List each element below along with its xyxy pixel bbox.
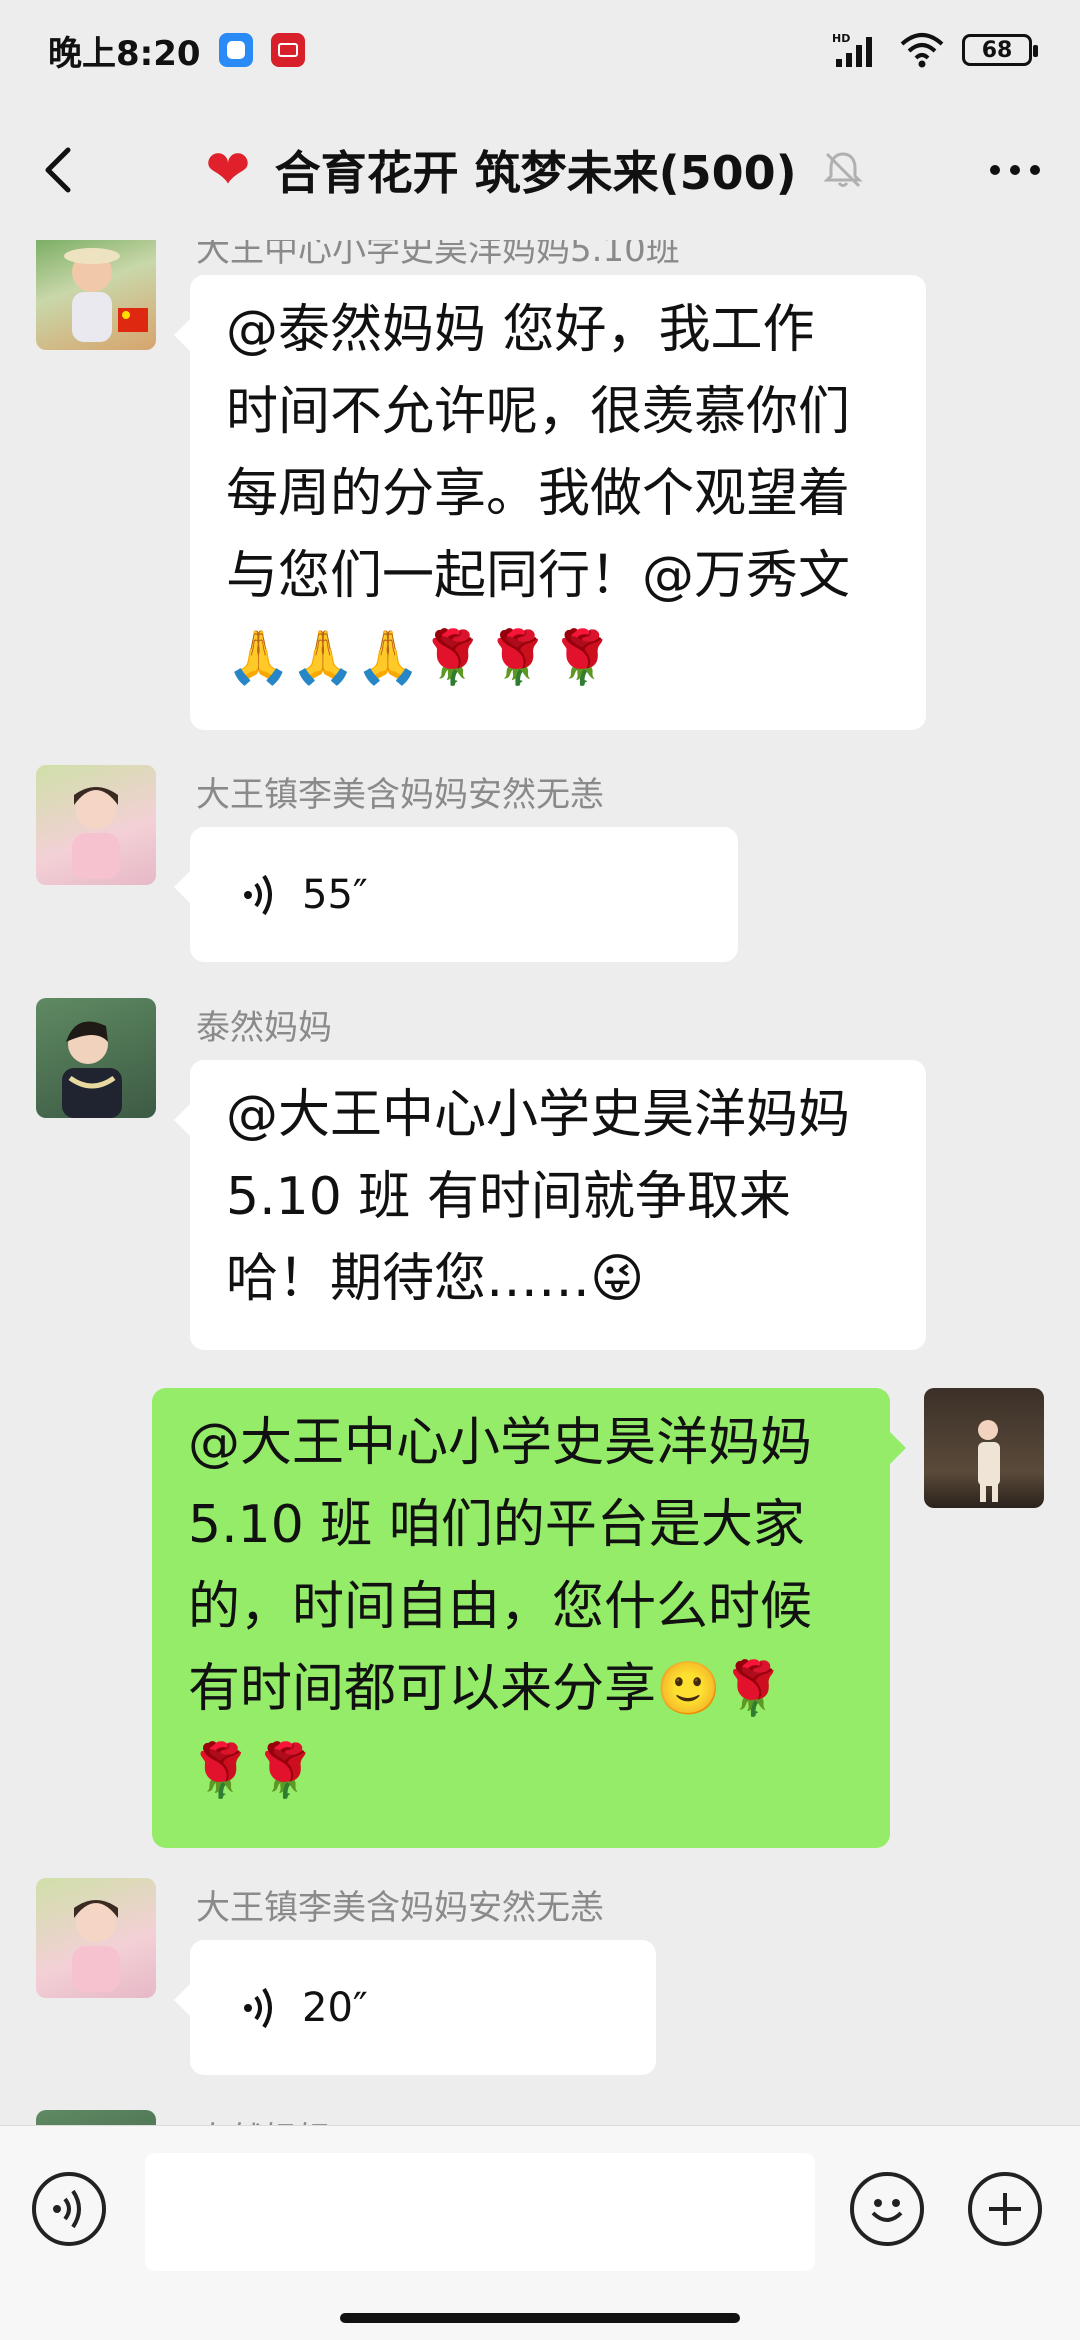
sender-name: 泰然妈妈	[196, 1008, 332, 1048]
sender-avatar[interactable]	[36, 1878, 156, 1998]
battery-level: 68	[981, 37, 1013, 63]
message-input[interactable]	[145, 2153, 815, 2271]
wifi-icon	[900, 33, 944, 68]
voice-wave-icon	[244, 1987, 272, 2028]
message-line: @泰然妈妈 您好，我工作	[226, 300, 815, 360]
back-arrow-icon[interactable]	[30, 140, 90, 200]
my-avatar[interactable]	[924, 1388, 1044, 1508]
chat-title-area: ❤ 合育花开 筑梦未来(500)	[90, 137, 980, 203]
message-line: 🌹🌹	[188, 1741, 318, 1801]
plus-icon[interactable]	[968, 2172, 1042, 2246]
red-heart-icon: ❤	[205, 138, 251, 201]
sender-name: 大王中心小学史昊洋妈妈5.10班	[196, 240, 680, 270]
voice-input-icon[interactable]	[32, 2172, 106, 2246]
home-indicator[interactable]	[340, 2313, 740, 2323]
sender-avatar[interactable]	[36, 765, 156, 885]
sender-avatar[interactable]	[36, 998, 156, 1118]
sender-avatar[interactable]	[36, 240, 156, 350]
app-notification-icon	[218, 33, 253, 67]
sender-avatar[interactable]	[36, 2110, 156, 2125]
status-time: 晚上8:20	[48, 33, 201, 74]
network-label: HD	[832, 32, 850, 45]
sender-name: 大王镇李美含妈妈安然无恙	[196, 775, 604, 815]
message-item: 大王镇李美含妈妈安然无恙 20″	[0, 1878, 1080, 2078]
status-bar: 晚上8:20 HD 68	[0, 0, 1080, 100]
sender-name: 大王镇李美含妈妈安然无恙	[196, 1888, 604, 1928]
message-line: 与您们一起同行！@万秀文	[226, 546, 851, 606]
message-line: 🙏🙏🙏🌹🌹🌹	[226, 628, 615, 688]
voice-wave-icon	[244, 874, 272, 915]
my-message-bubble[interactable]: @大王中心小学史昊洋妈妈 5.10 班 咱们的平台是大家 的，时间自由，您什么时…	[152, 1388, 906, 1848]
message-item-partial: 泰然妈妈	[0, 2110, 1080, 2125]
chat-header: ❤ 合育花开 筑梦未来(500)	[0, 100, 1080, 240]
message-item: 大王镇李美含妈妈安然无恙 55″	[0, 765, 1080, 965]
study-app-notification-icon	[270, 33, 305, 67]
message-item-mine: @大王中心小学史昊洋妈妈 5.10 班 咱们的平台是大家 的，时间自由，您什么时…	[0, 1388, 1080, 1908]
message-bubble[interactable]: @泰然妈妈 您好，我工作 时间不允许呢，很羡慕你们 每周的分享。我做个观望着 与…	[174, 275, 926, 730]
message-line: 时间不允许呢，很羡慕你们	[226, 382, 851, 442]
message-line: 5.10 班 咱们的平台是大家	[188, 1495, 805, 1555]
signal-icon: HD	[832, 32, 872, 67]
voice-message-bubble[interactable]: 55″	[174, 827, 738, 962]
chat-message-list[interactable]: 大王中心小学史昊洋妈妈5.10班 @泰然妈妈 您好，我工作 时间不允许呢，很羡慕…	[0, 240, 1080, 2125]
sender-name: 泰然妈妈	[196, 2112, 332, 2125]
message-bubble[interactable]: @大王中心小学史昊洋妈妈 5.10 班 有时间就争取来 哈！期待您……😜	[174, 1060, 926, 1350]
voice-duration: 20″	[302, 1984, 368, 2031]
more-dots-icon[interactable]	[980, 140, 1050, 200]
status-left: 晚上8:20	[48, 26, 305, 75]
message-line: 哈！期待您……😜	[226, 1249, 645, 1309]
battery-indicator: 68	[962, 34, 1038, 66]
message-line: 有时间都可以来分享🙂🌹	[188, 1659, 786, 1719]
voice-duration: 55″	[302, 871, 368, 918]
bell-muted-icon	[823, 152, 863, 188]
message-item: 泰然妈妈 @大王中心小学史昊洋妈妈 5.10 班 有时间就争取来 哈！期待您………	[0, 998, 1080, 1350]
chat-title: 合育花开 筑梦未来(500)	[274, 146, 797, 200]
chat-input-bar	[0, 2125, 1080, 2340]
status-right: HD 68	[832, 31, 1038, 69]
message-line: 的，时间自由，您什么时候	[188, 1577, 813, 1637]
message-item: 大王中心小学史昊洋妈妈5.10班 @泰然妈妈 您好，我工作 时间不允许呢，很羡慕…	[0, 240, 1080, 740]
message-line: @大王中心小学史昊洋妈妈	[226, 1085, 851, 1145]
message-line: 5.10 班 有时间就争取来	[226, 1167, 791, 1227]
voice-message-bubble[interactable]: 20″	[174, 1940, 656, 2075]
message-line: 每周的分享。我做个观望着	[226, 464, 851, 524]
emoji-icon[interactable]	[850, 2172, 924, 2246]
message-line: @大王中心小学史昊洋妈妈	[188, 1413, 813, 1473]
